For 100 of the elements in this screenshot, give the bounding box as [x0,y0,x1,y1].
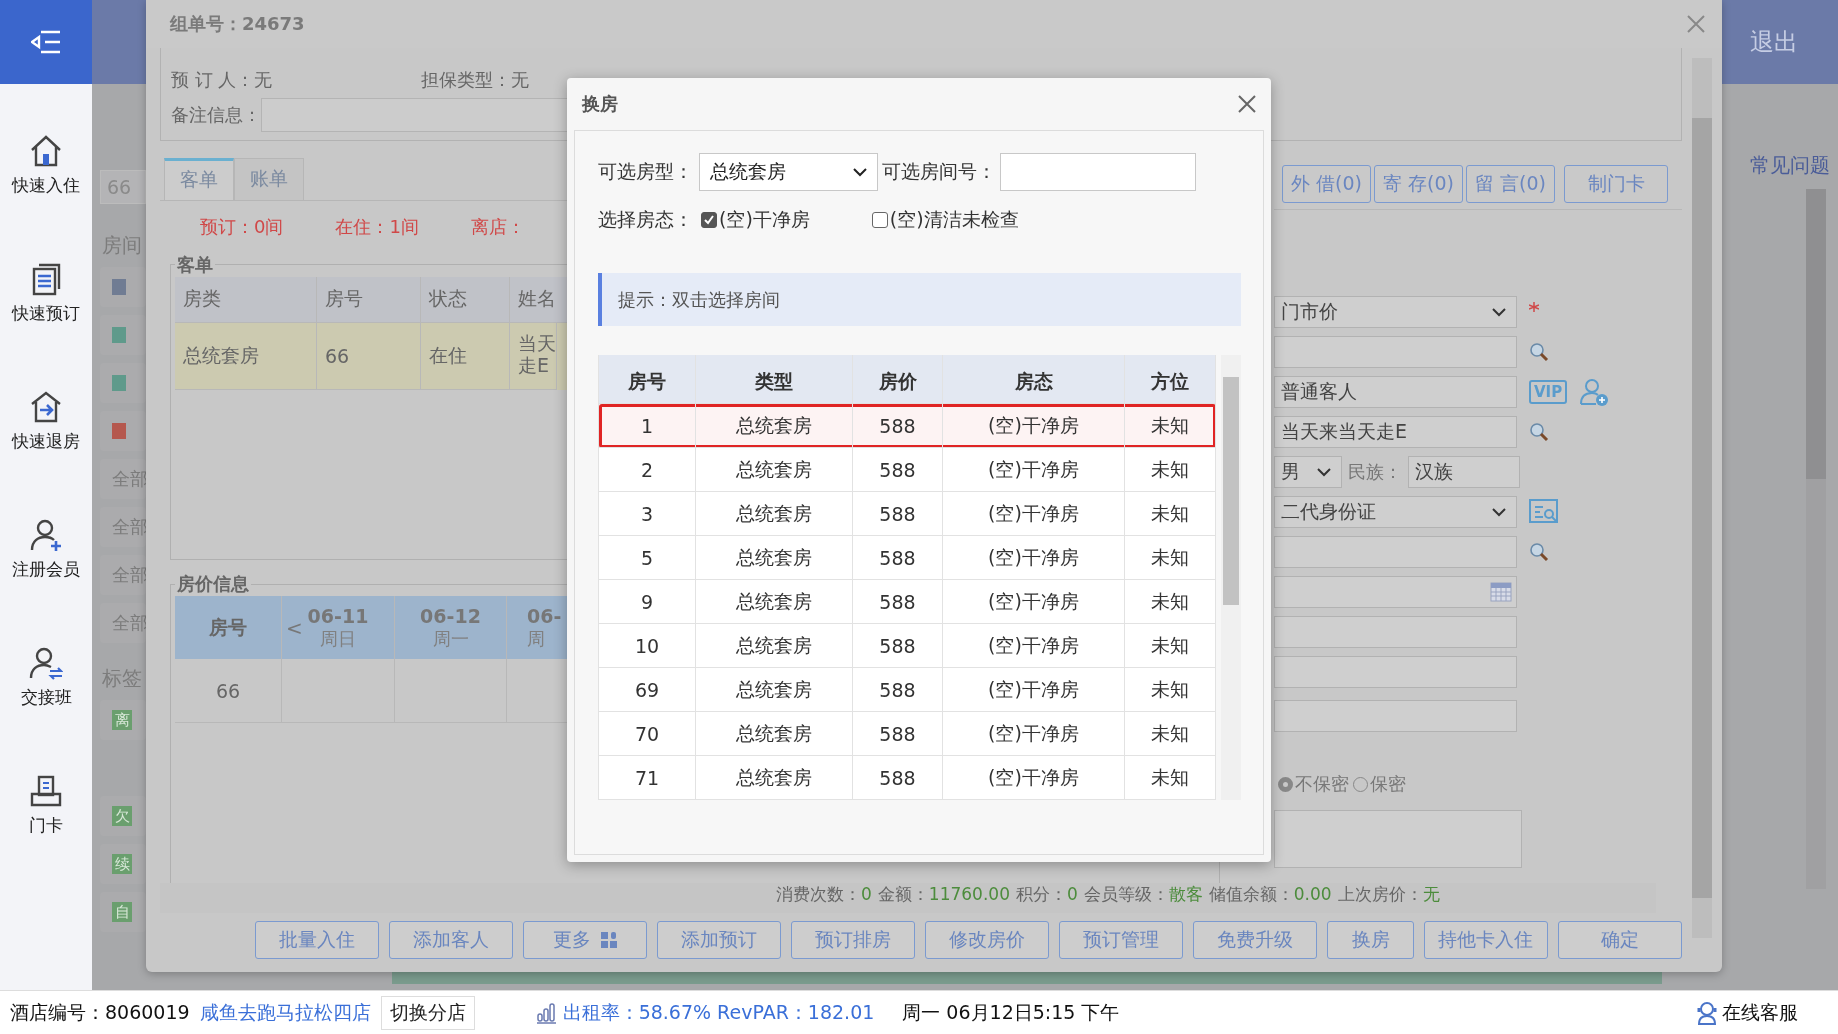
headset-icon [1696,1000,1718,1025]
action-button[interactable]: 寄 存(0) [1374,165,1463,203]
action-button[interactable]: 批量入住 [255,921,380,959]
date-field[interactable] [1274,576,1517,608]
tag: 续 [112,854,132,874]
action-button[interactable]: 留 言(0) [1466,165,1555,203]
room-row[interactable]: 71 总统套房 588 (空)干净房 未知 [599,756,1216,800]
remark-label: 备注信息： [171,103,261,127]
weekday-label: 周日 [320,626,356,651]
search-icon[interactable] [1529,542,1549,562]
room-row[interactable]: 70 总统套房 588 (空)干净房 未知 [599,712,1216,756]
switch-store-button[interactable]: 切换分店 [380,995,475,1030]
store-link[interactable]: 咸鱼去跑马拉松四店 [199,999,371,1026]
info-value: 11760.00 [928,884,1010,904]
menu-icon[interactable] [31,30,61,54]
room-row[interactable]: 3 总统套房 588 (空)干净房 未知 [599,492,1216,536]
scrollbar[interactable] [1806,189,1826,889]
info-value: 0 [861,884,872,904]
weekday-label: 周一 [432,626,469,651]
user-plus-icon [29,518,63,552]
calendar-icon[interactable] [1490,582,1512,602]
column-header: 房号 [175,596,282,660]
id-scan-icon[interactable] [1529,499,1559,525]
action-button[interactable]: 制门卡 [1564,165,1668,203]
close-icon[interactable] [1237,94,1257,114]
sidebar-item[interactable]: 快速预订 [0,212,92,340]
text-field[interactable]: 当天来当天走E [1274,416,1517,448]
action-button[interactable]: 外 借(0) [1282,165,1371,203]
section-title: 客单 [176,252,214,277]
weekday-label: 周 [527,626,545,651]
dialog-title: 换房 [582,92,618,116]
action-button[interactable]: 持他卡入住 [1423,921,1548,959]
help-link[interactable]: 常见问题 [1750,152,1830,179]
room-row[interactable]: 1 总统套房 588 (空)干净房 未知 [599,404,1216,448]
sidebar-item[interactable]: 快速入住 [0,84,92,212]
close-icon[interactable] [1686,14,1706,34]
info-value: 无 [1422,883,1440,906]
sidebar-item[interactable]: 注册会员 [0,468,92,596]
ethnicity-field[interactable]: 汉族 [1408,456,1520,488]
user-plus-icon[interactable] [1579,377,1610,407]
search-icon[interactable] [1529,342,1549,362]
vip-badge[interactable]: VIP [1529,380,1568,404]
scrollbar[interactable] [1221,355,1241,800]
room-row[interactable]: 10 总统套房 588 (空)干净房 未知 [599,624,1216,668]
dialog-title: 组单号：24673 [170,12,305,36]
previous-link[interactable]: < [286,616,303,641]
room-type-select[interactable]: 总统套房 [699,153,878,191]
room-number-field[interactable] [1000,153,1196,191]
room-row[interactable]: 5 总统套房 588 (空)干净房 未知 [599,536,1216,580]
sidebar-item[interactable]: 门卡 [0,724,92,852]
room-row[interactable]: 9 总统套房 588 (空)干净房 未知 [599,580,1216,624]
text-field[interactable] [1274,616,1517,648]
table-cell: 总统套房 [175,322,317,390]
text-field[interactable] [1274,656,1517,688]
logout-link[interactable]: 退出 [1750,26,1798,58]
privacy-radio[interactable]: 不保密 [1278,772,1349,796]
room-row[interactable]: 2 总统套房 588 (空)干净房 未知 [599,448,1216,492]
member-type-field[interactable]: 普通客人 [1274,376,1517,408]
info-label: 上次房价： [1337,883,1423,906]
status-checkbox[interactable]: (空)干净房 [701,207,810,233]
scrollbar[interactable] [1692,58,1712,938]
datetime-text: 周一 06月12日5:15 下午 [902,999,1120,1025]
sidebar-item[interactable]: 快速退房 [0,340,92,468]
action-button[interactable]: 确定 [1557,921,1682,959]
action-button[interactable]: 换房 [1327,921,1414,959]
action-button[interactable]: 修改房价 [925,921,1050,959]
action-button[interactable]: 预订管理 [1059,921,1184,959]
search-icon[interactable] [1529,422,1549,442]
column-header: 房号 [317,276,421,323]
text-field[interactable] [1274,536,1517,568]
field-label: 可选房间号： [882,159,996,184]
count-text: 预订：0间 [200,214,284,239]
action-button[interactable]: 添加客人 [389,921,514,959]
house-arrow-icon [29,390,63,424]
chevron-icon [1492,507,1506,517]
action-button[interactable]: 免费升级 [1193,921,1318,959]
info-label: 储值余额： [1208,883,1294,906]
tab[interactable]: 客单 [164,158,234,200]
table-cell: 总统套房 [696,756,853,800]
gender-select[interactable]: 男 [1274,456,1342,488]
action-button[interactable]: 添加预订 [657,921,782,959]
status-checkbox[interactable]: (空)清洁未检查 [871,207,1019,233]
sidebar-item[interactable]: 交接班 [0,596,92,724]
table-cell: (空)干净房 [943,756,1125,800]
grid-icon [601,932,618,948]
table-cell: 71 [599,756,696,800]
text-field[interactable] [1274,336,1517,368]
remark-textarea[interactable] [1274,810,1522,868]
room-row[interactable]: 69 总统套房 588 (空)干净房 未知 [599,668,1216,712]
online-service-link[interactable]: 在线客服 [1696,999,1798,1026]
action-button[interactable]: 更多 [523,921,648,959]
count-text: 离店： [470,214,525,239]
tab[interactable]: 账单 [234,158,304,200]
price-select[interactable]: 门市价 [1274,296,1517,328]
action-button[interactable]: 预订排房 [791,921,916,959]
text-field[interactable] [1274,700,1517,732]
id-type-select[interactable]: 二代身份证 [1274,496,1517,528]
table-cell: 588 [853,756,943,800]
privacy-radio[interactable]: 保密 [1353,772,1406,796]
info-value: 0 [1066,884,1078,904]
